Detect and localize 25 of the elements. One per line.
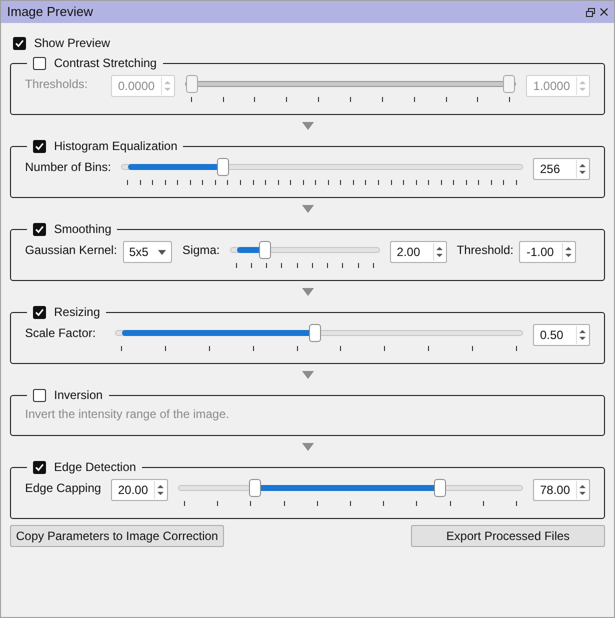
section-title: Histogram Equalization bbox=[54, 138, 178, 155]
action-button[interactable]: Copy Parameters to Image Correction bbox=[10, 525, 224, 547]
field-label: Edge Capping bbox=[25, 480, 102, 497]
field-label: Gaussian Kernel: bbox=[25, 242, 118, 259]
spin-box[interactable]: 0.50 bbox=[533, 324, 590, 346]
spin-box[interactable]: -1.00 bbox=[519, 241, 576, 263]
section-title: Edge Detection bbox=[54, 459, 136, 476]
field-label: Thresholds: bbox=[25, 76, 89, 93]
action-button[interactable]: Export Processed Files bbox=[411, 525, 605, 547]
description-text: Invert the intensity range of the image. bbox=[25, 406, 230, 423]
section-title: Inversion bbox=[54, 387, 103, 404]
field-label: Threshold: bbox=[456, 242, 514, 259]
dropdown[interactable]: 5x5 bbox=[123, 241, 172, 263]
section-title: Contrast Stretching bbox=[54, 55, 157, 72]
window-title: Image Preview bbox=[7, 3, 94, 22]
field-label: Sigma: bbox=[182, 242, 220, 259]
section-title: Resizing bbox=[54, 304, 100, 321]
section-title: Smoothing bbox=[54, 221, 112, 238]
spin-box[interactable]: 20.00 bbox=[111, 479, 168, 501]
checkbox-label: Show Preview bbox=[34, 35, 110, 52]
spin-box[interactable]: 78.00 bbox=[532, 479, 590, 501]
spin-box[interactable]: 256 bbox=[533, 158, 590, 180]
field-label: Number of Bins: bbox=[25, 159, 112, 176]
spin-box[interactable]: 2.00 bbox=[390, 241, 447, 263]
field-label: Scale Factor: bbox=[25, 325, 97, 342]
